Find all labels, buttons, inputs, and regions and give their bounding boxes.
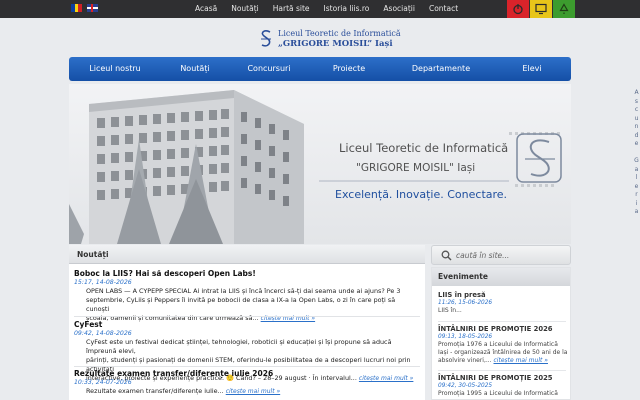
news-item-body: OPEN LABS — A CYPEPP SPECIAL Ai intrat l… [74, 287, 420, 323]
side-letter: e [634, 182, 639, 190]
side-letter: a [634, 208, 639, 215]
side-letter: G [634, 157, 639, 164]
news-divider [74, 316, 420, 317]
nav-item-students[interactable]: Elevi [493, 57, 571, 81]
event-title[interactable]: ÎNTÂLNIRI DE PROMOȚIE 2025 [438, 374, 568, 382]
news-item-line: OPEN LABS — A CYPEPP SPECIAL Ai intrat l… [86, 287, 401, 295]
event-title[interactable]: LIIS în presă [438, 291, 568, 299]
event-date: 11:26, 15-06-2026 [438, 300, 493, 306]
hero-banner[interactable]: Liceul Teoretic de Informatică "GRIGORE … [69, 84, 571, 244]
side-vertical-links[interactable]: A s c u n d e G a l e r i a [633, 89, 640, 217]
main-nav: Liceul nostru Noutăți Concursuri Proiect… [69, 57, 571, 81]
nav-item-projects[interactable]: Proiecte [309, 57, 389, 81]
logo-line-2: „GRIGORE MOISIL” Iași [278, 39, 393, 49]
news-item-date: 15:17, 14-08-2026 [74, 279, 132, 286]
side-letter: s [634, 97, 639, 105]
news-item: Boboc la LIIS? Hai să descoperi Open Lab… [74, 269, 420, 323]
events-heading: Evenimente [432, 268, 570, 286]
search-input[interactable]: caută în site... [456, 246, 509, 265]
news-item-line: CyFest este un festival dedicat științei… [86, 338, 392, 355]
event-title[interactable]: ÎNTÂLNIRI DE PROMOȚIE 2026 [438, 325, 568, 333]
top-bar: Acasă Noutăți Hartă site Istoria liis.ro… [0, 0, 640, 18]
recycle-icon [559, 3, 569, 14]
event-item: ÎNTÂLNIRI DE PROMOȚIE 2025 09:42, 30-05-… [438, 374, 568, 398]
search-icon [441, 250, 452, 261]
news-panel: Noutăți Boboc la LIIS? Hai să descoperi … [69, 245, 425, 400]
display-button[interactable] [530, 0, 552, 18]
events-panel: Evenimente LIIS în presă 11:26, 15-06-20… [431, 267, 571, 400]
school-building-image [69, 84, 571, 244]
read-more-link[interactable]: citește mai mult » [226, 388, 280, 395]
display-icon [535, 3, 547, 15]
news-item-body: Rezultate examen transfer/diferențe iuli… [74, 387, 420, 396]
news-divider [74, 366, 420, 367]
event-date: 09:13, 18-05-2026 [438, 334, 493, 340]
news-item-title[interactable]: Boboc la LIIS? Hai să descoperi Open Lab… [74, 269, 420, 278]
side-letter: i [635, 199, 638, 207]
event-body: LIIS în... [438, 307, 462, 314]
nav-item-departments[interactable]: Departamente [389, 57, 493, 81]
side-letter: c [634, 106, 639, 113]
event-divider [438, 321, 566, 322]
nav-item-contests[interactable]: Concursuri [229, 57, 309, 81]
event-item: LIIS în presă 11:26, 15-06-2026 LIIS în.… [438, 291, 568, 315]
nav-item-our-school[interactable]: Liceul nostru [69, 57, 161, 81]
event-divider [438, 370, 566, 371]
power-button[interactable] [507, 0, 529, 18]
site-logo[interactable]: Liceul Teoretic de Informatică „GRIGORE … [258, 28, 401, 52]
event-date: 09:42, 30-05-2025 [438, 383, 493, 389]
top-link-news[interactable]: Noutăți [224, 0, 266, 18]
top-link-associations[interactable]: Asociații [376, 0, 422, 18]
event-item: ÎNTÂLNIRI DE PROMOȚIE 2026 09:13, 18-05-… [438, 325, 568, 365]
side-letter: r [635, 191, 638, 198]
recycle-button[interactable] [553, 0, 575, 18]
side-letter: n [634, 123, 639, 130]
news-item-title[interactable]: Rezultate examen transfer/diferențe iuli… [74, 369, 420, 378]
english-flag-icon[interactable] [87, 4, 98, 12]
read-more-link[interactable]: citește mai mult » [494, 357, 548, 364]
search-box[interactable]: caută în site... [431, 245, 571, 265]
news-heading: Noutăți [69, 245, 425, 264]
power-icon [513, 4, 523, 15]
news-item-date: 09:42, 14-08-2026 [74, 330, 132, 337]
romanian-flag-icon[interactable] [71, 4, 83, 12]
side-letter: d [634, 131, 639, 139]
top-link-history[interactable]: Istoria liis.ro [317, 0, 377, 18]
hero-slogan: Excelență. Inovație. Conectare. [335, 188, 508, 201]
hero-subtitle: "GRIGORE MOISIL" Iași [356, 162, 476, 174]
top-link-contact[interactable]: Contact [422, 0, 465, 18]
side-letter: u [634, 114, 639, 122]
news-item-title[interactable]: CyFest [74, 320, 420, 329]
top-link-sitemap[interactable]: Hartă site [266, 0, 317, 18]
event-body: Promoția 1995 a Liceului de Informatică [438, 390, 558, 397]
side-letter: l [635, 174, 638, 181]
hero-title: Liceul Teoretic de Informatică [339, 141, 509, 155]
event-body: Promoția 1976 a Liceului de Informatică … [438, 341, 568, 365]
logo-line-1: Liceul Teoretic de Informatică [278, 29, 401, 38]
school-logo-icon [261, 30, 271, 47]
side-letter: A [634, 89, 639, 96]
news-item-date: 10:33, 24-07-2026 [74, 379, 132, 386]
top-nav: Acasă Noutăți Hartă site Istoria liis.ro… [188, 0, 465, 18]
news-item-line: Rezultate examen transfer/diferențe iuli… [86, 387, 224, 395]
side-letter: e [634, 140, 639, 147]
side-spacer [633, 149, 640, 158]
top-link-home[interactable]: Acasă [188, 0, 224, 18]
nav-item-news[interactable]: Noutăți [161, 57, 229, 81]
news-item-line: septembrie, CyLiis și Peppers îi invită … [86, 296, 396, 313]
news-item: Rezultate examen transfer/diferențe iuli… [74, 369, 420, 396]
side-letter: a [634, 165, 639, 173]
